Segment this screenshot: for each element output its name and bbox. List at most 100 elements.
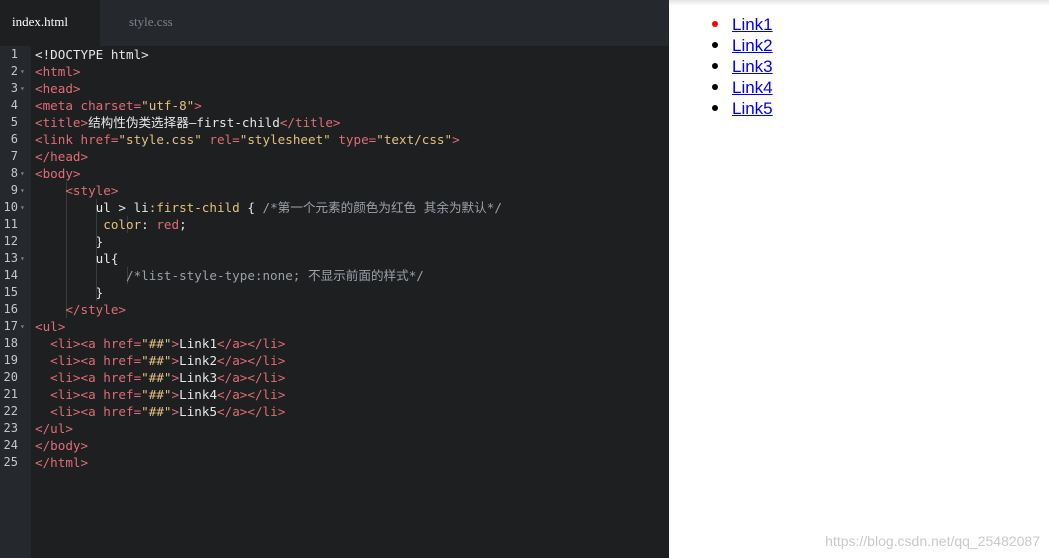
line-number: 24	[3, 438, 18, 452]
line-number: 21	[3, 387, 18, 401]
code-line[interactable]: 12 }	[0, 233, 669, 250]
code-token: >	[194, 98, 202, 113]
code-token: >	[452, 132, 460, 147]
list-item: Link4	[712, 77, 773, 98]
code-token: "utf-8"	[141, 98, 195, 113]
code-token: </head>	[35, 149, 89, 164]
code-token: </a></li>	[217, 387, 286, 402]
code-text: color: red;	[35, 216, 186, 233]
code-token: <body>	[35, 166, 81, 181]
code-token: >	[171, 404, 180, 419]
line-number: 9	[10, 183, 18, 197]
code-token: </a></li>	[217, 336, 286, 351]
code-text: <li><a href="##">Link5</a></li>	[35, 403, 285, 420]
code-line[interactable]: 3 ▾ <head>	[0, 80, 669, 97]
code-token: type=	[330, 132, 377, 147]
code-line[interactable]: 24 </body>	[0, 437, 669, 454]
code-line[interactable]: 4 <meta charset="utf-8">	[0, 97, 669, 114]
code-area[interactable]: 1 <!DOCTYPE html> 2 ▾ <html> 3 ▾ <head> 4 <meta c…	[0, 46, 669, 471]
line-number: 17	[3, 319, 18, 333]
link-4[interactable]: Link4	[732, 78, 773, 97]
code-token: href=	[103, 336, 142, 351]
link-5[interactable]: Link5	[732, 99, 773, 118]
code-token: red	[156, 217, 180, 232]
code-editor[interactable]: index.html style.css 1 <!DOCTYPE html> 2 ▾ <…	[0, 0, 669, 558]
code-token: <link	[35, 132, 81, 147]
code-token: charset=	[80, 98, 142, 113]
code-line[interactable]: 22 <li><a href="##">Link5</a></li>	[0, 403, 669, 420]
code-line[interactable]: 8 ▾ <body>	[0, 165, 669, 182]
bullet-icon	[712, 63, 718, 69]
code-token: >	[171, 387, 180, 402]
code-text: <li><a href="##">Link3</a></li>	[35, 369, 285, 386]
link-3[interactable]: Link3	[732, 57, 773, 76]
fold-arrow-icon[interactable]: ▾	[20, 80, 28, 97]
preview-top-shadow	[669, 0, 1049, 6]
code-line[interactable]: 5 <title>结构性伪类选择器—first-child</title>	[0, 114, 669, 131]
code-token: href=	[103, 404, 142, 419]
code-token: >	[171, 370, 180, 385]
link-2[interactable]: Link2	[732, 36, 773, 55]
code-line[interactable]: 23 </ul>	[0, 420, 669, 437]
code-token: <meta	[35, 98, 81, 113]
code-token: <style>	[65, 183, 119, 198]
code-line[interactable]: 14 /*list-style-type:none; 不显示前面的样式*/	[0, 267, 669, 284]
fold-arrow-icon[interactable]: ▾	[20, 199, 28, 216]
code-line[interactable]: 16 </style>	[0, 301, 669, 318]
code-token: "style.css"	[118, 132, 202, 147]
code-line[interactable]: 25 </html>	[0, 454, 669, 471]
code-line[interactable]: 9 ▾ <style>	[0, 182, 669, 199]
code-line[interactable]: 17 ▾ <ul>	[0, 318, 669, 335]
code-line[interactable]: 11 color: red;	[0, 216, 669, 233]
code-line[interactable]: 1 <!DOCTYPE html>	[0, 46, 669, 63]
code-line[interactable]: 10 ▾ ul > li:first-child { /*第一个元素的颜色为红色 …	[0, 199, 669, 216]
code-token: <li><a	[35, 387, 104, 402]
code-line[interactable]: 2 ▾ <html>	[0, 63, 669, 80]
code-text: <html>	[35, 63, 81, 80]
code-text: <li><a href="##">Link1</a></li>	[35, 335, 285, 352]
fold-arrow-icon[interactable]: ▾	[20, 165, 28, 182]
tab-index-html[interactable]: index.html	[0, 0, 100, 46]
code-token: >	[171, 336, 180, 351]
list-item: Link2	[712, 35, 773, 56]
fold-arrow-icon[interactable]: ▾	[20, 63, 28, 80]
code-text: /*list-style-type:none; 不显示前面的样式*/	[35, 267, 424, 284]
code-token: "text/css"	[376, 132, 453, 147]
code-text: <meta charset="utf-8">	[35, 97, 202, 114]
line-number: 7	[10, 149, 18, 163]
code-token: /*list-style-type:none; 不显示前面的样式*/	[126, 268, 424, 283]
code-line[interactable]: 18 <li><a href="##">Link1</a></li>	[0, 335, 669, 352]
link-1[interactable]: Link1	[732, 15, 773, 34]
bullet-icon	[712, 84, 718, 90]
code-text: <li><a href="##">Link2</a></li>	[35, 352, 285, 369]
fold-arrow-icon[interactable]: ▾	[20, 318, 28, 335]
code-line[interactable]: 13 ▾ ul{	[0, 250, 669, 267]
watermark-text: https://blog.csdn.net/qq_25482087	[825, 533, 1040, 549]
code-token: "stylesheet"	[239, 132, 331, 147]
code-line[interactable]: 21 <li><a href="##">Link4</a></li>	[0, 386, 669, 403]
fold-arrow-icon[interactable]: ▾	[20, 182, 28, 199]
code-line[interactable]: 6 <link href="style.css" rel="stylesheet"…	[0, 131, 669, 148]
code-line[interactable]: 19 <li><a href="##">Link2</a></li>	[0, 352, 669, 369]
code-token: color	[103, 217, 142, 232]
line-number: 5	[10, 115, 18, 129]
bullet-icon	[712, 105, 718, 111]
code-token: <html>	[35, 64, 81, 79]
code-text: </style>	[35, 301, 126, 318]
code-line[interactable]: 7 </head>	[0, 148, 669, 165]
fold-arrow-icon[interactable]: ▾	[20, 250, 28, 267]
code-line[interactable]: 15 }	[0, 284, 669, 301]
code-token: "##"	[141, 370, 172, 385]
line-number: 18	[3, 336, 18, 350]
tab-style-css[interactable]: style.css	[129, 0, 173, 46]
code-line[interactable]: 20 <li><a href="##">Link3</a></li>	[0, 369, 669, 386]
line-number: 23	[3, 421, 18, 435]
code-text: </body>	[35, 437, 88, 454]
code-token: Link1	[179, 336, 218, 351]
code-text: <li><a href="##">Link4</a></li>	[35, 386, 285, 403]
code-token: rel=	[201, 132, 240, 147]
